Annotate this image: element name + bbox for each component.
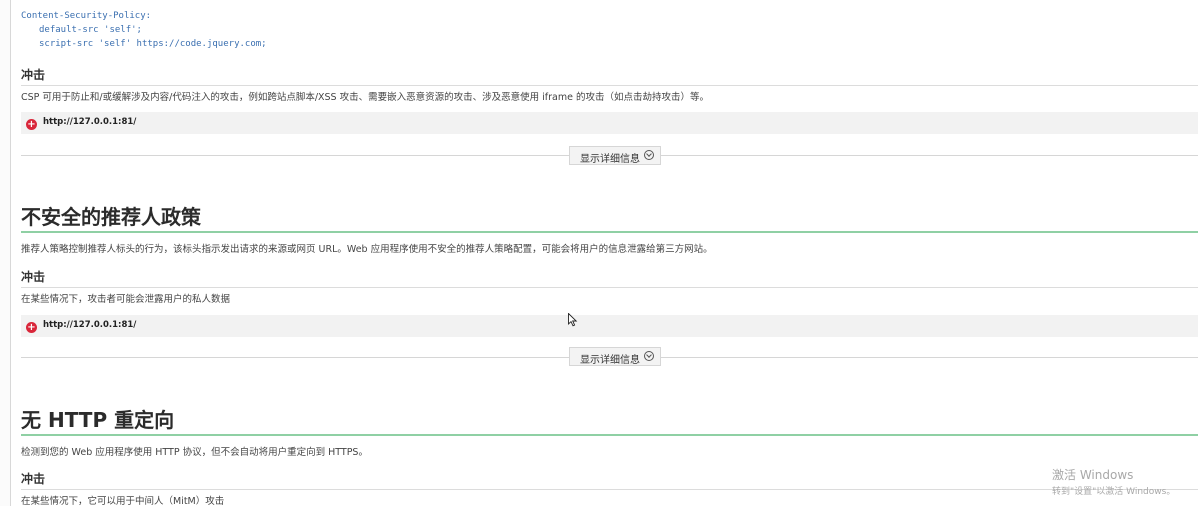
code-line: Content-Security-Policy: (21, 11, 152, 21)
section-title: 无 HTTP 重定向 (21, 404, 1198, 436)
show-details-label: 显示详细信息 (580, 355, 640, 366)
impact-heading: 冲击 (21, 268, 1198, 288)
impact-heading: 冲击 (21, 470, 1198, 490)
affected-url-row[interactable]: + http://127.0.0.1:81/ (21, 315, 1198, 337)
chevron-down-circle-icon (644, 351, 654, 361)
section-title: 不安全的推荐人政策 (21, 201, 1198, 233)
chevron-down-circle-icon (644, 150, 654, 160)
section-description: 检测到您的 Web 应用程序使用 HTTP 协议，但不会自动将用户重定向到 HT… (21, 447, 368, 458)
code-line: default-src 'self'; (39, 25, 142, 35)
impact-text: 在某些情况下，攻击者可能会泄露用户的私人数据 (21, 294, 231, 305)
show-details-label: 显示详细信息 (580, 154, 640, 165)
section-description: 推荐人策略控制推荐人标头的行为，该标头指示发出请求的来源或网页 URL。Web … (21, 244, 713, 255)
impact-text: 在某些情况下，它可以用于中间人（MitM）攻击 (21, 496, 225, 506)
activation-watermark-title: 激活 Windows (1052, 468, 1134, 482)
error-circle-icon: + (26, 322, 37, 333)
affected-url-row[interactable]: + http://127.0.0.1:81/ (21, 112, 1198, 134)
show-details-button[interactable]: 显示详细信息 (569, 347, 661, 366)
affected-url[interactable]: http://127.0.0.1:81/ (43, 320, 136, 330)
impact-heading: 冲击 (21, 66, 1198, 86)
error-circle-icon: + (26, 119, 37, 130)
csp-code-block: Content-Security-Policy: default-src 'sel… (21, 9, 267, 51)
code-line: script-src 'self' https://code.jquery.co… (39, 39, 267, 49)
show-details-button[interactable]: 显示详细信息 (569, 146, 661, 165)
impact-text: CSP 可用于防止和/或缓解涉及内容/代码注入的攻击，例如跨站点脚本/XSS 攻… (21, 92, 709, 103)
affected-url[interactable]: http://127.0.0.1:81/ (43, 117, 136, 127)
left-gutter (0, 0, 11, 506)
activation-watermark-hint: 转到"设置"以激活 Windows。 (1052, 487, 1176, 497)
report-page: Content-Security-Policy: default-src 'sel… (0, 0, 1198, 506)
